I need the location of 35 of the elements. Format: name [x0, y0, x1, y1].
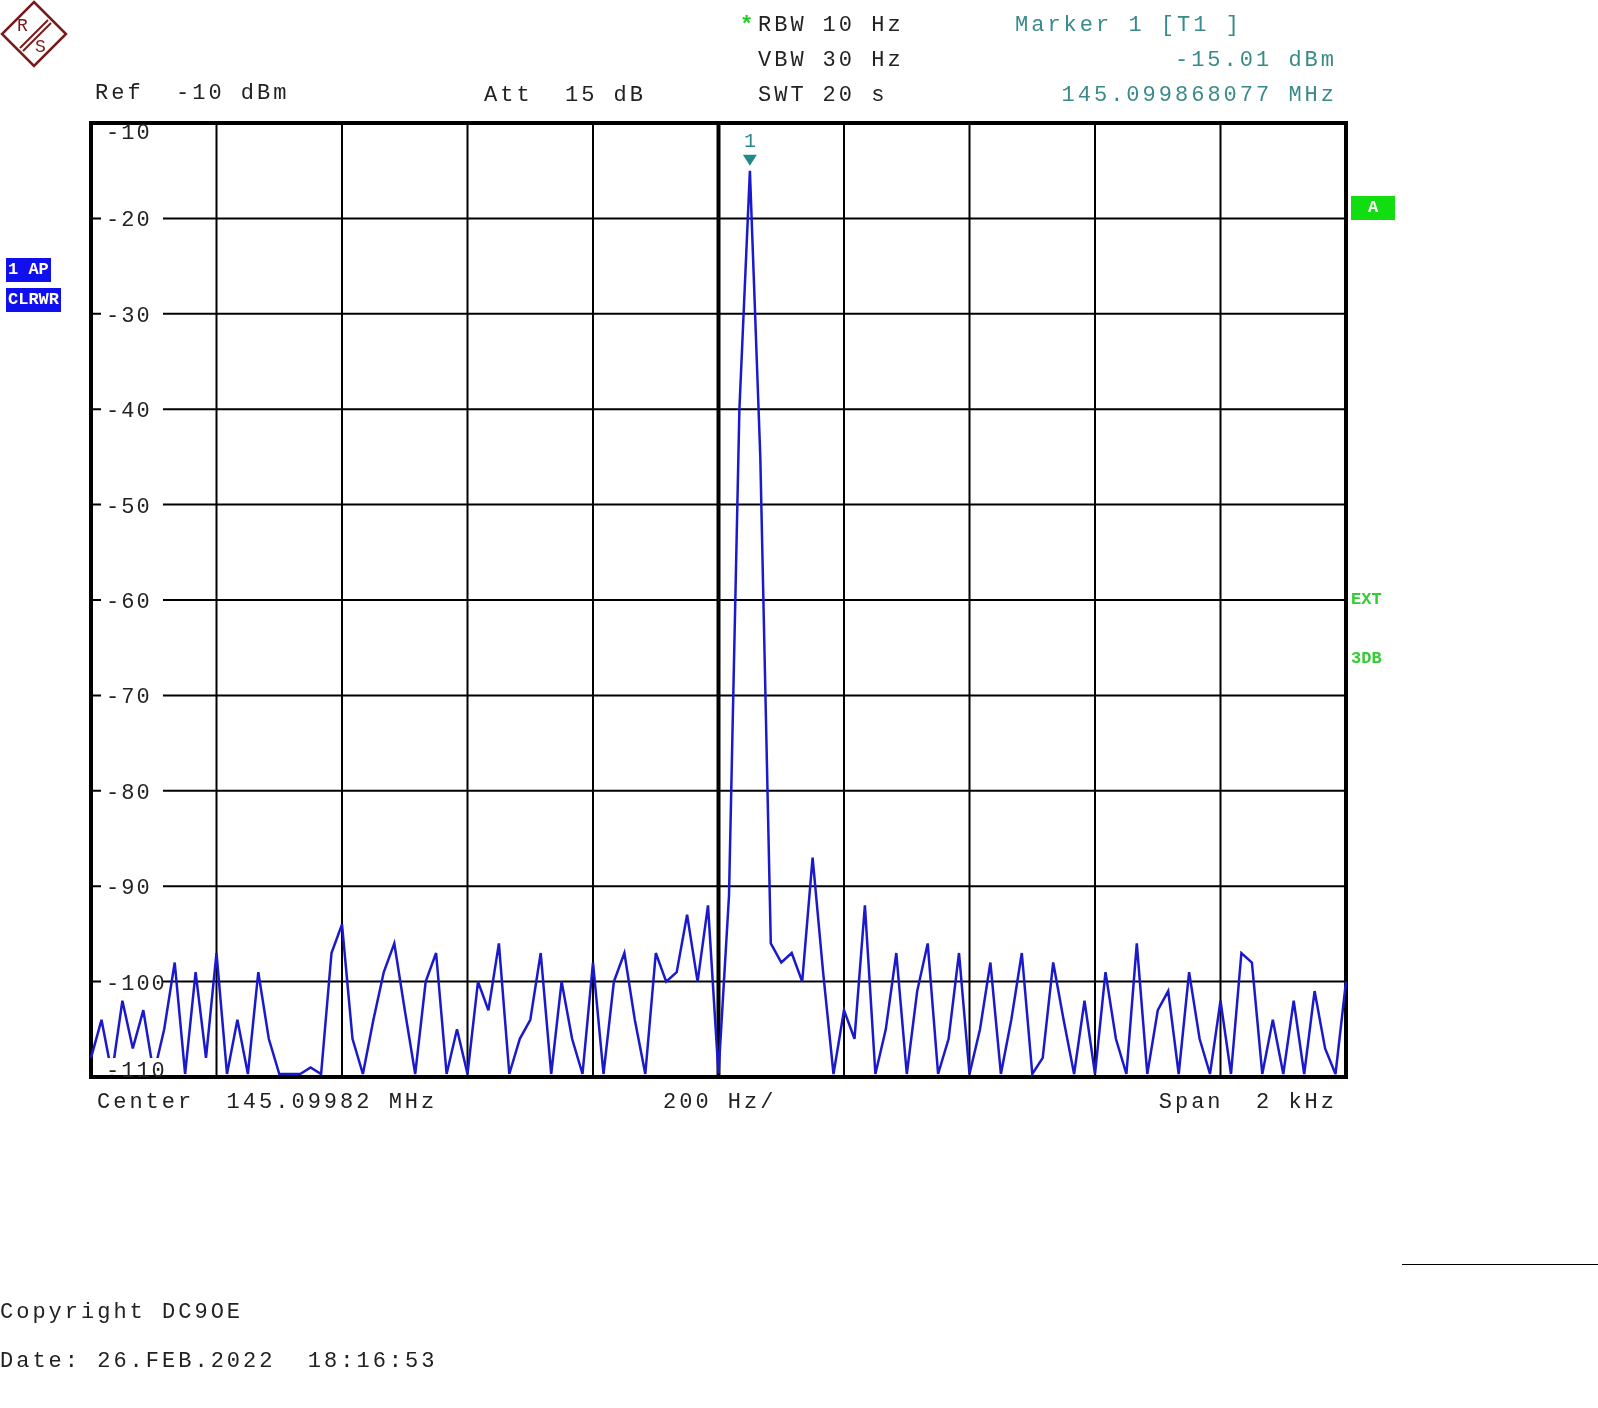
marker-icon — [742, 154, 757, 166]
span-setting: Span 2 kHz — [1158, 1091, 1337, 1115]
frequency-per-division: 200 Hz/ — [663, 1091, 777, 1115]
axis-label: -40 — [106, 399, 152, 425]
axis-label: -10 — [106, 121, 152, 146]
axis-label: -30 — [106, 303, 152, 329]
trace-badge: 1 AP — [6, 258, 51, 282]
asterisk-mark: * — [740, 14, 754, 38]
status-label: 3DB — [1351, 648, 1382, 670]
marker-frequency: 145.099868077 MHz — [1061, 84, 1337, 108]
axis-label: -80 — [106, 780, 152, 806]
axis-label: -60 — [106, 590, 152, 615]
copyright-text: Copyright DC9OE — [0, 1301, 245, 1325]
reference-level: Ref -10 dBm — [95, 82, 291, 106]
setting-value: 20 s — [822, 84, 888, 108]
marker-level: -15.01 dBm — [1174, 49, 1337, 73]
date-text: Date: 26.FEB.2022 18:16:53 — [0, 1350, 439, 1374]
axis-label: -90 — [106, 876, 152, 902]
attenuation: Att 15 dB — [484, 83, 647, 108]
status-badge: A — [1351, 196, 1395, 220]
axis-label: -100 — [106, 971, 167, 997]
setting-value: 30 Hz — [822, 49, 904, 73]
trace-badge: CLRWR — [6, 288, 61, 312]
logo-drawing: R S — [0, 0, 68, 68]
axis-label: -70 — [106, 685, 152, 711]
axis-label: -50 — [106, 494, 152, 520]
axis-label: -20 — [106, 208, 152, 234]
center-frequency: Center 145.09982 MHz — [97, 1091, 439, 1115]
setting-label: VBW — [758, 49, 807, 73]
status-label: EXT — [1351, 589, 1382, 611]
setting-label: RBW — [758, 14, 807, 38]
setting-value: 10 Hz — [822, 14, 904, 38]
marker-label: 1 — [743, 129, 756, 153]
marker-title: Marker 1 [T1 ] — [1015, 14, 1242, 38]
setting-label: SWT — [758, 84, 807, 108]
